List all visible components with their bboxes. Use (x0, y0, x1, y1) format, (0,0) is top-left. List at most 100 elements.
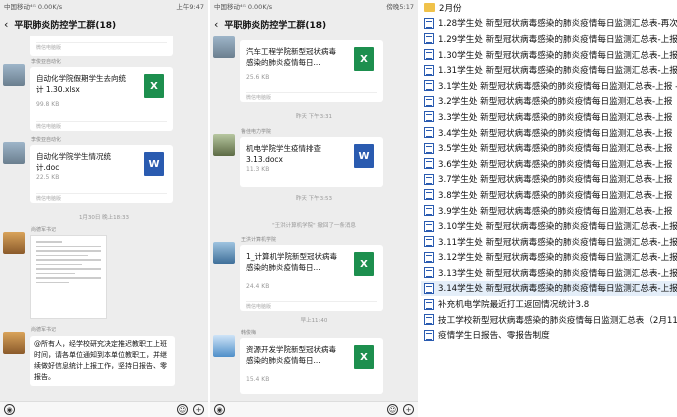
document-icon (424, 236, 434, 248)
file-name: 机电学院学生疫情排查3.13.docx (246, 144, 321, 164)
file-card[interactable]: 自动化学院假期学生去向统计 1.30.xlsx 99.8 KB X 微信电脑版 (30, 67, 173, 131)
file-size: 24.4 KB (246, 283, 270, 290)
document-icon (424, 64, 434, 76)
file-name: 资源开发学院新型冠状病毒感染的肺炎疫情每日... (246, 345, 336, 365)
file-item[interactable]: 3.8学生处 新型冠状病毒感染的肺炎疫情每日监测汇总表-上报 (421, 187, 677, 203)
file-item[interactable]: 3.6学生处 新型冠状病毒感染的肺炎疫情每日监测汇总表-上报 (421, 156, 677, 172)
file-card[interactable]: 机电学院学生疫情排查3.13.docx 11.3 KB W (240, 137, 383, 187)
avatar[interactable] (3, 332, 25, 354)
file-name: 3.14学生处 新型冠状病毒感染的肺炎疫情每日监测汇总表-上报 (438, 284, 677, 295)
document-icon (424, 282, 434, 294)
file-card[interactable]: 1_计算机学院新型冠状病毒感染的肺炎疫情每日... 24.4 KB X 微信电脑… (240, 245, 383, 311)
chat-screen-middle: 中国移动⁴ᴳ 0.00K/s 傍晚5:17 ‹ 平职肺炎防控学工群(18) 汽车… (210, 0, 418, 417)
voice-icon[interactable]: ◉ (214, 404, 225, 415)
excel-file-icon: X (354, 345, 374, 369)
plus-icon[interactable]: + (193, 404, 204, 415)
chat-area[interactable]: 汽车工程学院新型冠状病毒感染的肺炎疫情每日... 25.6 KB X 微信电脑版… (210, 36, 418, 401)
file-name: 1.31学生处 新型冠状病毒感染的肺炎疫情每日监测汇总表-上报 (438, 66, 677, 77)
sender-name: 王洪计算机学院 (241, 237, 277, 243)
file-name: 3.12学生处 新型冠状病毒感染的肺炎疫情每日监测汇总表-上报 (438, 253, 677, 264)
emoji-icon[interactable]: ☺ (387, 404, 398, 415)
avatar[interactable] (213, 242, 235, 264)
file-item[interactable]: 3.3学生处 新型冠状病毒感染的肺炎疫情每日监测汇总表-上报 (421, 109, 677, 125)
file-item[interactable]: 1.28学生处 新型冠状病毒感染的肺炎疫情每日监测汇总表-再次 (421, 16, 677, 32)
file-card[interactable]: 自动化学院学生情况统计.doc 22.5 KB W 微信电脑版 (30, 145, 173, 203)
file-size: 11.3 KB (246, 166, 270, 173)
excel-file-icon: X (354, 47, 374, 71)
emoji-icon[interactable]: ☺ (177, 404, 188, 415)
document-icon (424, 267, 434, 279)
file-size: 99.8 KB (36, 101, 60, 108)
file-name: 3.9学生处 新型冠状病毒感染的肺炎疫情每日监测汇总表-上报 (438, 206, 673, 217)
file-name: 疫情学生日报告、零报告制度 (438, 331, 550, 342)
status-time: 傍晚5:17 (386, 3, 414, 11)
document-icon (424, 142, 434, 154)
document-icon (424, 173, 434, 185)
file-item[interactable]: 1.29学生处 新型冠状病毒感染的肺炎疫情每日监测汇总表-上报 (421, 31, 677, 47)
folder-item[interactable]: 2月份 (421, 0, 677, 16)
file-item[interactable]: 1.30学生处 新型冠状病毒感染的肺炎疫情每日监测汇总表-上报 (421, 47, 677, 63)
document-icon (424, 127, 434, 139)
file-name: 3.2学生处 新型冠状病毒感染的肺炎疫情每日监测汇总表-上报 (438, 97, 673, 108)
file-item[interactable]: 3.2学生处 新型冠状病毒感染的肺炎疫情每日监测汇总表-上报 (421, 94, 677, 110)
file-name: 1.30学生处 新型冠状病毒感染的肺炎疫情每日监测汇总表-上报 (438, 50, 677, 61)
file-item[interactable]: 3.4学生处 新型冠状病毒感染的肺炎疫情每日监测汇总表-上报 (421, 125, 677, 141)
document-icon (424, 80, 434, 92)
avatar[interactable] (213, 335, 235, 357)
word-file-icon: W (354, 144, 374, 168)
file-item[interactable]: 3.5学生处 新型冠状病毒感染的肺炎疫情每日监测汇总表-上报 (421, 140, 677, 156)
sender-name: 尚德军书记 (31, 327, 57, 333)
folder-icon (424, 3, 435, 13)
file-size: 25.6 KB (246, 74, 270, 81)
document-icon (424, 17, 434, 29)
file-item[interactable]: 3.12学生处 新型冠状病毒感染的肺炎疫情每日监测汇总表-上报 (421, 250, 677, 266)
file-item[interactable]: 补充机电学院最近打工返回情况统计3.8 (421, 296, 677, 312)
document-icon (424, 158, 434, 170)
file-item[interactable]: 3.10学生处 新型冠状病毒感染的肺炎疫情每日监测汇总表-上报 (421, 218, 677, 234)
chat-area[interactable]: 微信电脑版 李俊亚自动化 自动化学院假期学生去向统计 1.30.xlsx 99.… (0, 36, 208, 401)
file-item[interactable]: 疫情学生日报告、零报告制度 (421, 327, 677, 343)
avatar[interactable] (213, 134, 235, 156)
recall-notice: "王洪计算机学院" 撤回了一条消息 (272, 223, 356, 229)
document-icon (424, 251, 434, 263)
file-card[interactable]: 汽车工程学院新型冠状病毒感染的肺炎疫情每日... 25.6 KB X 微信电脑版 (240, 40, 383, 102)
document-icon (424, 49, 434, 61)
file-name: 补充机电学院最近打工返回情况统计3.8 (438, 300, 590, 311)
file-item[interactable]: 1.31学生处 新型冠状病毒感染的肺炎疫情每日监测汇总表-上报 (421, 62, 677, 78)
chat-header: ‹ 平职肺炎防控学工群(18) (0, 12, 208, 36)
file-name: 3.8学生处 新型冠状病毒感染的肺炎疫情每日监测汇总表-上报 (438, 190, 673, 201)
avatar[interactable] (213, 36, 235, 58)
sender-name: 韩俊梅 (241, 330, 257, 336)
image-thumbnail[interactable] (30, 235, 107, 319)
file-item[interactable]: 3.13学生处 新型冠状病毒感染的肺炎疫情每日监测汇总表-上报 (421, 265, 677, 281)
file-item[interactable]: 3.9学生处 新型冠状病毒感染的肺炎疫情每日监测汇总表-上报 (421, 203, 677, 219)
chat-title: 平职肺炎防控学工群(18) (14, 20, 117, 31)
file-card[interactable]: 资源开发学院新型冠状病毒感染的肺炎疫情每日... 15.4 KB X (240, 338, 383, 394)
text-message[interactable]: @所有人，经学校研究决定推迟教职工上班时间，请各单位通知到本单位教职工，并继续做… (30, 336, 175, 386)
file-card-partial[interactable]: 微信电脑版 (30, 36, 173, 56)
plus-icon[interactable]: + (403, 404, 414, 415)
file-item[interactable]: 3.14学生处 新型冠状病毒感染的肺炎疫情每日监测汇总表-上报 (421, 280, 677, 297)
voice-icon[interactable]: ◉ (4, 404, 15, 415)
document-icon (424, 189, 434, 201)
chat-header: ‹ 平职肺炎防控学工群(18) (210, 12, 418, 36)
file-item[interactable]: 3.1学生处 新型冠状病毒感染的肺炎疫情每日监测汇总表-上报 - (421, 78, 677, 94)
avatar[interactable] (3, 142, 25, 164)
chat-screen-left: 中国移动⁴ᴳ 0.00K/s 上午9:47 ‹ 平职肺炎防控学工群(18) 微信… (0, 0, 208, 417)
card-source: 微信电脑版 (36, 193, 167, 203)
timestamp: 1月30日 晚上18:33 (78, 215, 130, 221)
document-icon (424, 298, 434, 310)
back-arrow-icon[interactable]: ‹ (214, 18, 218, 31)
file-item[interactable]: 技工学校新型冠状病毒感染的肺炎疫情每日监测汇总表（2月11日 (421, 312, 677, 328)
avatar[interactable] (3, 64, 25, 86)
card-source: 微信电脑版 (36, 121, 167, 131)
file-item[interactable]: 3.11学生处 新型冠状病毒感染的肺炎疫情每日监测汇总表-上报 (421, 234, 677, 250)
avatar[interactable] (3, 232, 25, 254)
sender-name: 李俊亚自动化 (31, 137, 62, 143)
file-name: 1.29学生处 新型冠状病毒感染的肺炎疫情每日监测汇总表-上报 (438, 34, 677, 45)
file-name: 3.4学生处 新型冠状病毒感染的肺炎疫情每日监测汇总表-上报 (438, 128, 673, 139)
excel-file-icon: X (354, 252, 374, 276)
back-arrow-icon[interactable]: ‹ (4, 18, 8, 31)
file-name: 3.10学生处 新型冠状病毒感染的肺炎疫情每日监测汇总表-上报 (438, 222, 677, 233)
file-item[interactable]: 3.7学生处 新型冠状病毒感染的肺炎疫情每日监测汇总表-上报 (421, 172, 677, 188)
